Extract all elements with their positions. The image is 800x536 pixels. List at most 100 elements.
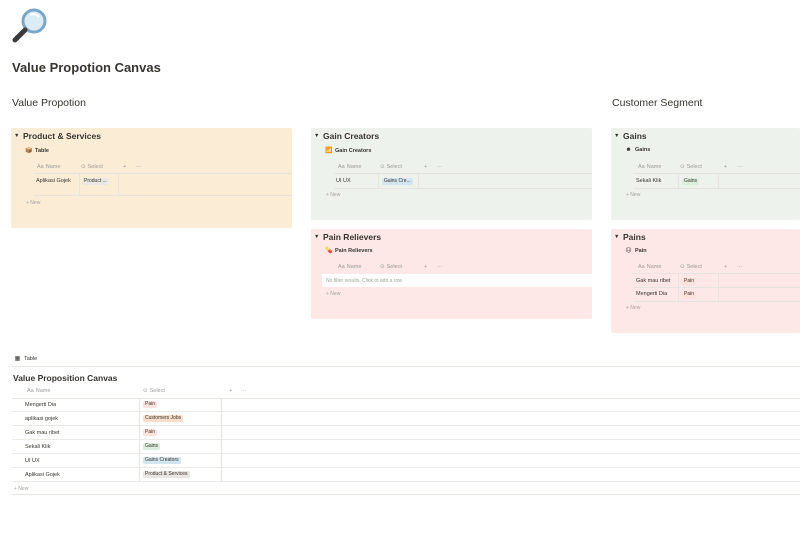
new-row-button[interactable]: + New — [626, 305, 640, 311]
column-headers: Aa Name ⊙ Select + ··· — [638, 164, 743, 170]
select-tag[interactable]: Gains — [143, 443, 161, 450]
add-column-button[interactable]: + — [123, 164, 136, 170]
view-tab-pain[interactable]: ☹ Pain — [625, 247, 646, 255]
column-name-header[interactable]: Aa Name — [338, 164, 380, 170]
select-tag[interactable]: Gains — [682, 178, 700, 185]
callout-product-services: ▼ Product & Services 📦 Table Aa Name ⊙ Sel… — [11, 128, 292, 228]
smile-icon: ☻ — [625, 147, 632, 153]
table-row-name[interactable]: Sekali Klik — [636, 178, 661, 185]
select-tag[interactable]: Pain — [682, 278, 697, 285]
select-tag[interactable]: Gains Creators — [143, 457, 181, 464]
view-label: Gains — [635, 147, 651, 153]
column-select-label: Select — [686, 164, 702, 170]
view-label: Table — [24, 355, 38, 362]
more-options-button[interactable]: ··· — [737, 264, 743, 270]
select-type-icon: ⊙ — [380, 164, 385, 170]
table-row[interactable]: Gak mau ribet Pain — [12, 426, 800, 440]
database-title[interactable]: Value Proposition Canvas — [13, 373, 117, 383]
table-icon: ▦ — [14, 356, 21, 362]
row-name[interactable]: Sekali Klik — [25, 444, 50, 450]
more-options-button[interactable]: ··· — [241, 388, 247, 394]
empty-table-message[interactable]: No filter results. Click to add a row. — [322, 274, 592, 287]
view-tab-pain-relievers[interactable]: 💊 Pain Relievers — [325, 247, 373, 255]
toggle-caret-icon[interactable]: ▼ — [314, 234, 323, 240]
table-row-name[interactable]: Mengerti Dia — [636, 291, 667, 298]
new-row-button[interactable]: + New — [626, 192, 640, 198]
table-row[interactable]: UI UX Gains Creators — [12, 454, 800, 468]
row-name[interactable]: Gak mau ribet — [25, 430, 60, 436]
column-select-header[interactable]: ⊙ Select — [81, 164, 123, 170]
view-tab-table[interactable]: 📦 Table — [25, 147, 49, 155]
toggle-caret-icon[interactable]: ▼ — [14, 133, 23, 139]
select-type-icon: ⊙ — [680, 164, 685, 170]
table-row[interactable]: aplikasi gojek Customers Jobs — [12, 412, 800, 426]
toggle-product-services[interactable]: ▼ Product & Services — [14, 131, 101, 141]
text-type-icon: Aa — [37, 164, 44, 170]
select-tag[interactable]: Gains Cre... — [382, 178, 413, 185]
view-tab-table[interactable]: ▦ Table — [14, 355, 38, 363]
column-select-label: Select — [87, 164, 103, 170]
add-column-button[interactable]: + — [724, 264, 737, 270]
toggle-title: Gain Creators — [323, 131, 380, 141]
toggle-caret-icon[interactable]: ▼ — [614, 133, 623, 139]
new-row-button[interactable]: + New — [326, 291, 340, 297]
select-type-icon: ⊙ — [143, 388, 148, 394]
select-tag[interactable]: Customers Jobs — [143, 415, 184, 422]
row-name[interactable]: aplikasi gojek — [25, 416, 58, 422]
new-row-button[interactable]: + New — [26, 200, 40, 206]
select-tag[interactable]: Pain — [143, 401, 158, 408]
table-row[interactable]: Mengerti Dia Pain — [12, 398, 800, 412]
toggle-pain-relievers[interactable]: ▼ Pain Relievers — [314, 232, 381, 242]
column-select-header[interactable]: ⊙ Select — [680, 264, 724, 270]
column-select-header[interactable]: ⊙ Select — [380, 164, 424, 170]
more-options-button[interactable]: ··· — [437, 164, 443, 170]
add-column-button[interactable]: + — [724, 164, 737, 170]
toggle-gain-creators[interactable]: ▼ Gain Creators — [314, 131, 379, 141]
table-row-name[interactable]: Gak mau ribet — [636, 278, 671, 285]
select-tag[interactable]: Pain — [682, 291, 697, 298]
callout-pains: ▼ Pains ☹ Pain Aa Name ⊙ Select + ··· Gak … — [611, 229, 800, 333]
select-type-icon: ⊙ — [81, 164, 86, 170]
row-name[interactable]: UI UX — [25, 458, 40, 464]
column-headers: Aa Name ⊙ Select + ··· — [338, 264, 443, 270]
column-select-header[interactable]: ⊙ Select — [680, 164, 724, 170]
more-options-button[interactable]: ··· — [437, 264, 443, 270]
row-name[interactable]: Aplikasi Gojek — [25, 472, 60, 478]
new-row-button[interactable]: + New — [14, 486, 28, 492]
heading-customer-segment: Customer Segment — [612, 97, 703, 109]
view-tab-gain-creators[interactable]: 📶 Gain Creators — [325, 147, 371, 155]
column-name-header[interactable]: Aa Name — [638, 264, 680, 270]
select-tag[interactable]: Pain — [143, 429, 158, 436]
more-options-button[interactable]: ··· — [737, 164, 743, 170]
select-tag[interactable]: Product & Services — [143, 471, 190, 478]
column-name-header[interactable]: Aa Name — [37, 164, 81, 170]
toggle-gains[interactable]: ▼ Gains — [614, 131, 647, 141]
table-row-name[interactable]: Aplikasi Gojek — [36, 178, 74, 185]
toggle-caret-icon[interactable]: ▼ — [614, 234, 623, 240]
column-name-label: Name — [346, 264, 362, 270]
view-tab-gains[interactable]: ☻ Gains — [625, 147, 650, 153]
column-select-header[interactable]: ⊙ Select — [380, 264, 424, 270]
column-name-header[interactable]: Aa Name — [338, 264, 380, 270]
column-name-label: Name — [35, 388, 51, 394]
column-name-header[interactable]: Aa Name — [27, 388, 143, 394]
select-tag[interactable]: Product ... — [82, 178, 109, 185]
add-column-button[interactable]: + — [424, 264, 437, 270]
column-select-header[interactable]: ⊙ Select — [143, 388, 229, 394]
column-name-label: Name — [45, 164, 61, 170]
add-column-button[interactable]: + — [424, 164, 437, 170]
heading-value-propotion: Value Propotion — [12, 97, 86, 109]
text-type-icon: Aa — [338, 164, 345, 170]
row-name[interactable]: Mengerti Dia — [25, 402, 56, 408]
column-name-header[interactable]: Aa Name — [638, 164, 680, 170]
table-row[interactable]: Sekali Klik Gains — [12, 440, 800, 454]
table-row-name[interactable]: UI UX — [336, 178, 351, 185]
toggle-pains[interactable]: ▼ Pains — [614, 232, 646, 242]
toggle-caret-icon[interactable]: ▼ — [314, 133, 323, 139]
more-options-button[interactable]: ··· — [136, 164, 142, 170]
table-row[interactable]: Aplikasi Gojek Product & Services — [12, 468, 800, 482]
column-select-label: Select — [386, 164, 402, 170]
add-column-button[interactable]: + — [229, 388, 241, 394]
new-row-button[interactable]: + New — [326, 192, 340, 198]
column-name-label: Name — [646, 264, 662, 270]
